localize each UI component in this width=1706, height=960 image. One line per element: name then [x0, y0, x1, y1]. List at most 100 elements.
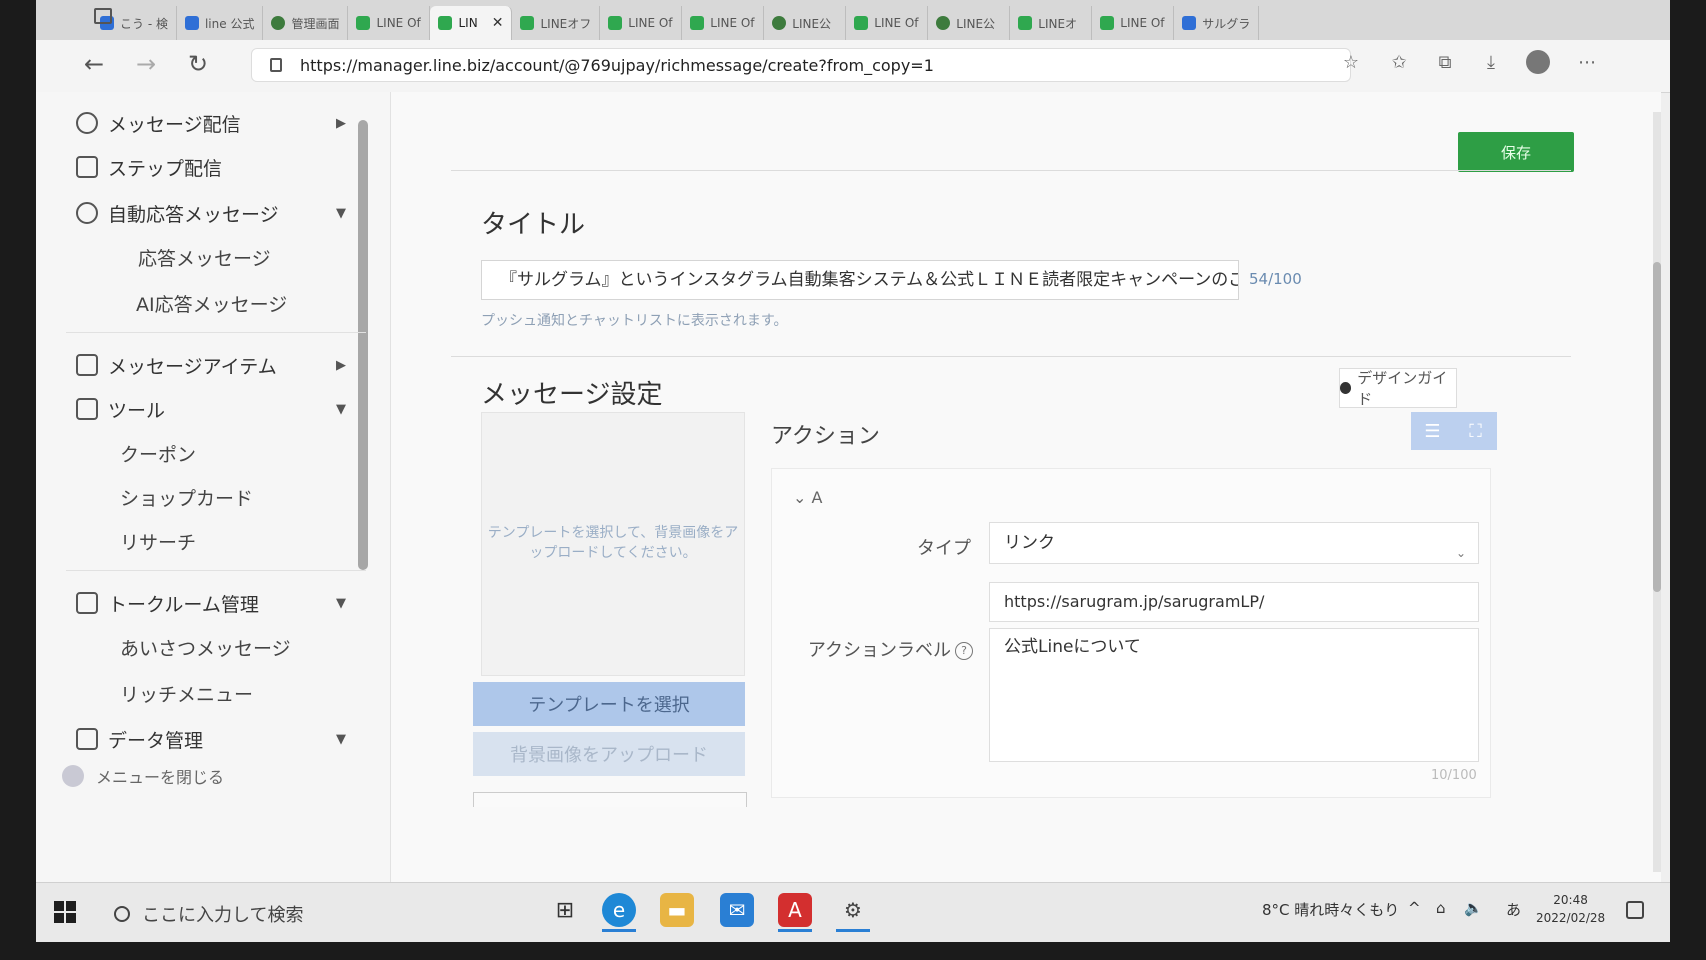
taskbar-search[interactable]: ここに入力して検索 [114, 901, 303, 927]
main-content: 保存 タイトル 『サルグラム』というインスタグラム自動集客システム＆公式ＬＩＮＥ… [391, 92, 1661, 882]
tab-10[interactable]: LINE Of [846, 6, 929, 40]
ime-indicator[interactable]: あ [1506, 899, 1521, 920]
notification-icon[interactable] [1626, 901, 1644, 919]
fullscreen-icon[interactable]: ⛶ [1454, 412, 1497, 450]
tab-favicon-icon [690, 16, 705, 30]
tab-9[interactable]: LINE公 [764, 6, 847, 40]
list-view-icon[interactable]: ☰ [1411, 412, 1454, 450]
reload-icon[interactable]: ↻ [182, 46, 214, 82]
close-menu-icon [62, 765, 84, 787]
title-heading: タイトル [481, 210, 586, 240]
mail-icon[interactable]: ✉ [720, 893, 754, 927]
message-settings-heading: メッセージ設定 [481, 380, 663, 410]
expand-arrow-icon[interactable]: ▶ [336, 358, 346, 373]
sidebar-item-auto-reply[interactable]: 自動応答メッセージ [76, 196, 279, 230]
sidebar-item-reply-message[interactable]: 応答メッセージ [138, 240, 271, 274]
weather-widget[interactable]: 8°C 晴れ時々くもり [1262, 899, 1399, 920]
tab-6[interactable]: LINEオフ [512, 6, 601, 40]
sidebar-divider [66, 570, 366, 571]
sidebar-item-greeting[interactable]: あいさつメッセージ [120, 630, 291, 664]
search-icon [114, 906, 130, 922]
step-icon [76, 156, 98, 178]
sidebar-scrollbar[interactable] [358, 120, 368, 570]
action-a-toggle[interactable]: ⌄ A [793, 488, 822, 507]
collapse-arrow-icon[interactable]: ▼ [336, 402, 346, 417]
sidebar-item-shopcard[interactable]: ショップカード [120, 480, 253, 514]
settings-gear-icon[interactable]: ⚙ [836, 893, 870, 927]
sidebar-item-message-items[interactable]: メッセージアイテム [76, 348, 277, 382]
chevron-down-icon: ⌄ [793, 488, 807, 507]
next-button-partial[interactable] [473, 792, 747, 807]
profile-icon[interactable] [1526, 50, 1550, 74]
action-label-textarea[interactable]: 公式Lineについて [989, 628, 1479, 762]
url-field[interactable]: https://sarugram.jp/sarugramLP/ [989, 582, 1479, 622]
sidebar-item-coupon[interactable]: クーポン [120, 436, 196, 470]
tab-4[interactable]: LINE Of [348, 6, 431, 40]
address-bar: ← → ↻ https://manager.line.biz/account/@… [36, 40, 1670, 93]
tab-11[interactable]: LINE公 [928, 6, 1011, 40]
title-input[interactable]: 『サルグラム』というインスタグラム自動集客システム＆公式ＬＩＮＥ読者限定キャンペ… [481, 260, 1239, 300]
tab-2[interactable]: line 公式 [177, 6, 264, 40]
tab-actions-icon[interactable] [94, 8, 112, 24]
sidebar-item-rich-menu[interactable]: リッチメニュー [120, 676, 253, 710]
sidebar-item-broadcast[interactable]: メッセージ配信 [76, 106, 241, 140]
collapse-arrow-icon[interactable]: ▼ [336, 206, 346, 221]
tab-favicon-icon [438, 16, 453, 30]
collections-icon[interactable]: ⧉ [1434, 52, 1456, 74]
tab-5-active[interactable]: LIN ✕ [430, 6, 513, 40]
main-scrollbar[interactable] [1653, 112, 1661, 872]
upload-background-button[interactable]: 背景画像をアップロード [473, 732, 745, 776]
sidebar-item-ai-reply[interactable]: AI応答メッセージ [136, 286, 287, 320]
active-app-indicator [778, 929, 812, 932]
tab-14[interactable]: サルグラ [1174, 6, 1260, 40]
collapse-arrow-icon[interactable]: ▼ [336, 596, 346, 611]
select-template-button[interactable]: テンプレートを選択 [473, 682, 745, 726]
close-tab-icon[interactable]: ✕ [492, 15, 504, 31]
taskbar-clock[interactable]: 20:48 2022/02/28 [1536, 891, 1605, 927]
preview-placeholder-text: テンプレートを選択して、背景画像をアップロードしてください。 [487, 525, 739, 561]
task-view-icon[interactable]: ⊞ [548, 893, 582, 927]
database-icon [76, 728, 98, 750]
favorites-icon[interactable]: ✩ [1388, 52, 1410, 74]
action-heading: アクション [771, 424, 880, 449]
tray-chevron-icon[interactable]: ^ [1408, 899, 1421, 917]
title-counter: 54/100 [1249, 270, 1302, 288]
tab-favicon-icon [772, 16, 787, 30]
tab-favicon-icon [936, 16, 951, 30]
save-button[interactable]: 保存 [1458, 132, 1574, 172]
tab-7[interactable]: LINE Of [600, 6, 683, 40]
main-scrollbar-thumb[interactable] [1653, 262, 1661, 592]
collapse-arrow-icon[interactable]: ▼ [336, 732, 346, 747]
type-select[interactable]: リンク ⌄ [989, 522, 1479, 564]
sidebar-item-data[interactable]: データ管理 [76, 722, 203, 756]
forward-icon[interactable]: → [130, 46, 162, 82]
design-guide-button[interactable]: デザインガイド [1339, 368, 1457, 408]
sidebar-item-tools[interactable]: ツール [76, 392, 165, 426]
volume-icon[interactable]: 🔈 [1464, 899, 1483, 917]
acrobat-icon[interactable]: A [778, 893, 812, 927]
edge-icon[interactable]: e [602, 893, 636, 927]
tab-favicon-icon [520, 16, 535, 30]
extensions-icon[interactable]: ⤓ [1480, 52, 1502, 74]
sidebar-item-research[interactable]: リサーチ [120, 524, 196, 558]
windows-start-icon[interactable] [54, 901, 76, 923]
add-favorite-icon[interactable]: ☆ [1340, 52, 1362, 74]
back-icon[interactable]: ← [78, 46, 110, 82]
tab-13[interactable]: LINE Of [1092, 6, 1175, 40]
file-explorer-icon[interactable]: ▬ [660, 893, 694, 927]
tab-favicon-icon [184, 16, 199, 30]
tab-3[interactable]: 管理画面 [263, 6, 349, 40]
tab-12[interactable]: LINEオ [1010, 6, 1093, 40]
url-input[interactable]: https://manager.line.biz/account/@769ujp… [251, 48, 1351, 82]
more-icon[interactable]: ⋯ [1576, 52, 1598, 74]
network-icon[interactable]: ⌂ [1436, 899, 1446, 917]
sidebar-item-step[interactable]: ステップ配信 [76, 150, 222, 184]
expand-arrow-icon[interactable]: ▶ [336, 116, 346, 131]
tab-8[interactable]: LINE Of [682, 6, 765, 40]
sidebar-item-talkroom[interactable]: トークルーム管理 [76, 586, 259, 620]
divider [451, 356, 1571, 357]
close-menu-button[interactable]: メニューを閉じる [62, 764, 224, 788]
rich-message-preview: テンプレートを選択して、背景画像をアップロードしてください。 [481, 412, 745, 676]
help-icon[interactable]: ? [955, 642, 973, 660]
type-label: タイプ [917, 538, 971, 559]
